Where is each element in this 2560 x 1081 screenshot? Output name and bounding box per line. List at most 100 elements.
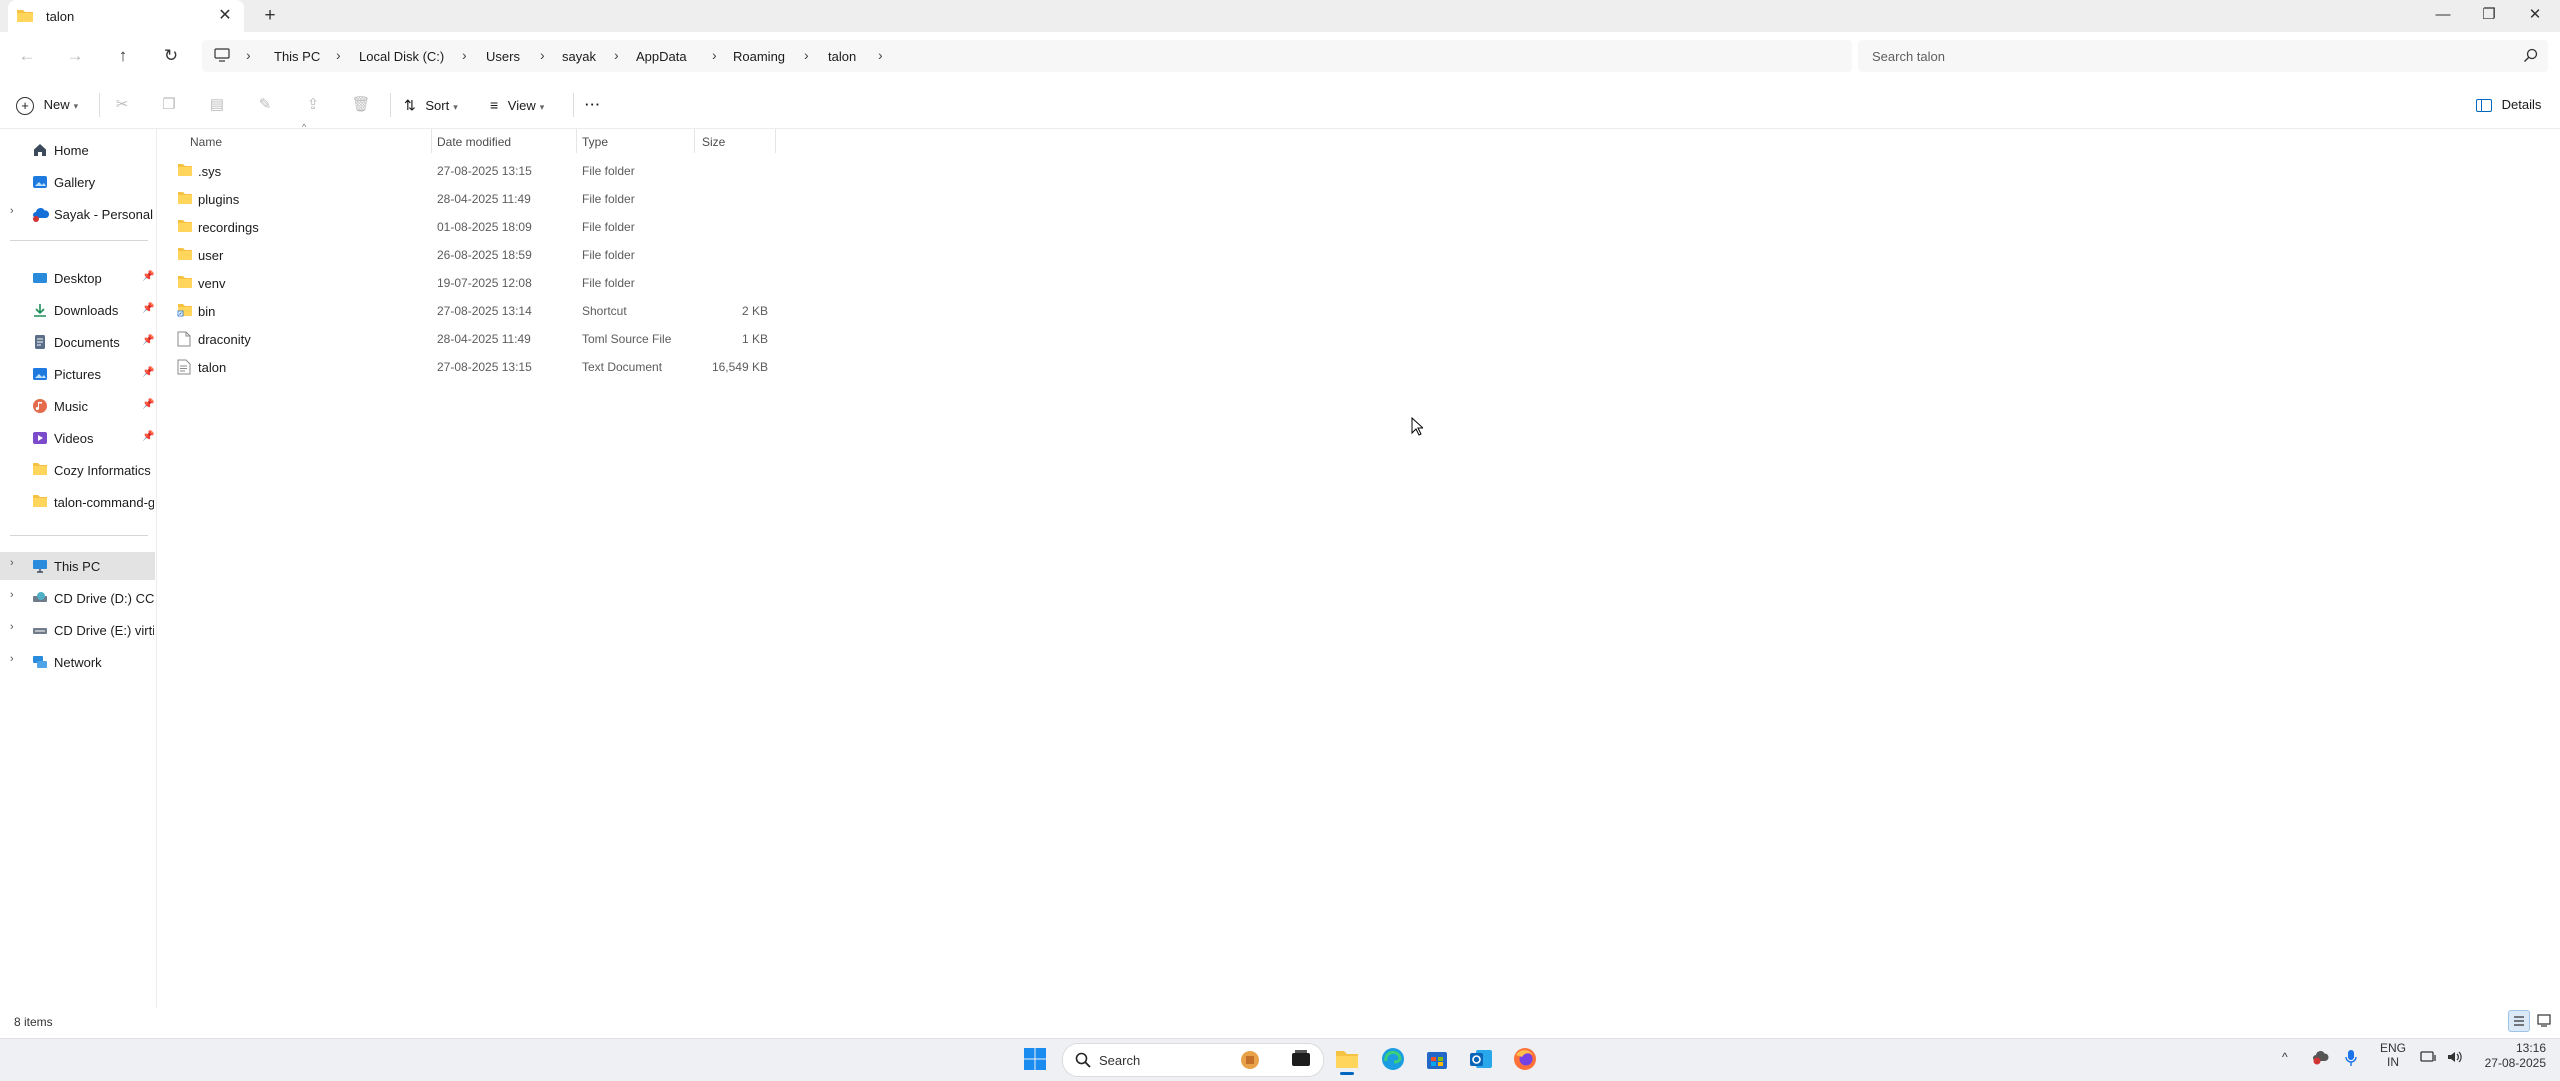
up-arrow-icon[interactable]: ↑ [108,44,138,70]
chevron-right-icon[interactable]: › [10,653,14,665]
breadcrumb-talon[interactable]: talon [828,49,856,64]
file-explorer-taskbar-icon[interactable] [1334,1046,1360,1075]
paste-icon[interactable]: ▤ [206,94,228,116]
delete-icon[interactable]: 🗑 [350,94,372,116]
tiles-view-icon[interactable] [2534,1010,2554,1030]
edge-browser-icon[interactable] [1380,1046,1406,1072]
more-options-button[interactable]: ··· [585,94,601,116]
sidebar-item-talon-command-g[interactable]: talon-command-g [0,488,155,516]
breadcrumb-appdata[interactable]: AppData [636,49,687,64]
sidebar-item-cd-drive-e[interactable]: › CD Drive (E:) virtio- [0,616,155,644]
clock[interactable]: 13:16 27-08-2025 [2476,1041,2546,1071]
forward-arrow-icon[interactable]: → [60,44,90,70]
column-divider[interactable] [431,129,432,153]
file-row[interactable]: recordings 01-08-2025 18:09 File folder [170,213,776,241]
firefox-icon[interactable] [1512,1046,1538,1072]
folder-icon [32,494,48,510]
divider [573,93,574,117]
language-indicator[interactable]: ENG IN [2380,1041,2406,1069]
search-icon[interactable] [2523,48,2538,66]
file-date: 26-08-2025 18:59 [437,248,532,262]
cloud-warning-icon[interactable] [2312,1049,2330,1068]
details-view-icon[interactable] [2508,1010,2530,1032]
sidebar-item-label: Network [54,655,102,670]
column-header-size[interactable]: Size [702,135,725,149]
sidebar-item-desktop[interactable]: Desktop 📌 [0,264,155,292]
file-type: Shortcut [582,304,627,318]
back-arrow-icon[interactable]: ← [12,44,42,70]
breadcrumb-this-pc[interactable]: This PC [274,49,320,64]
sidebar-item-pictures[interactable]: Pictures 📌 [0,360,155,388]
sidebar-item-documents[interactable]: Documents 📌 [0,328,155,356]
chevron-right-icon[interactable]: › [10,589,14,601]
network-status-icon[interactable] [2420,1049,2438,1068]
sidebar-item-onedrive[interactable]: › Sayak - Personal [0,200,155,228]
outlook-icon[interactable] [1468,1046,1494,1072]
sidebar-item-home[interactable]: Home [0,136,155,164]
column-divider[interactable] [694,129,695,153]
sort-button[interactable]: ⇅ Sort ▾ [404,94,458,116]
sidebar-item-gallery[interactable]: Gallery [0,168,155,196]
chevron-right-icon[interactable]: › [10,205,14,217]
sidebar-item-videos[interactable]: Videos 📌 [0,424,155,452]
file-row[interactable]: bin 27-08-2025 13:14 Shortcut 2 KB [170,297,776,325]
view-button[interactable]: ≡ View ▾ [490,94,544,116]
file-row[interactable]: .sys 27-08-2025 13:15 File folder [170,157,776,185]
view-label: View [507,98,536,113]
taskbar-search[interactable]: Search [1062,1043,1324,1077]
minimize-button[interactable]: — [2420,0,2466,32]
breadcrumb-users[interactable]: Users [486,49,520,64]
cut-icon[interactable]: ✂ [111,94,133,116]
column-header-date[interactable]: Date modified [437,135,511,149]
file-row[interactable]: talon 27-08-2025 13:15 Text Document 16,… [170,353,776,381]
plus-circle-icon: + [16,96,34,115]
maximize-button[interactable]: ❐ [2466,0,2512,32]
new-button[interactable]: + New ▾ [16,94,78,116]
column-header-type[interactable]: Type [582,135,608,149]
tab-talon[interactable]: talon ✕ [8,0,244,32]
store-icon[interactable] [1424,1046,1450,1072]
new-tab-button[interactable]: + [258,5,282,29]
cd-drive-icon [32,590,48,606]
refresh-icon[interactable]: ↻ [156,44,186,70]
breadcrumb-roaming[interactable]: Roaming [733,49,785,64]
copy-icon[interactable]: ❐ [158,94,180,116]
sidebar-item-this-pc[interactable]: › This PC [0,552,155,580]
pin-icon: 📌 [142,303,155,314]
file-row[interactable]: draconity 28-04-2025 11:49 Toml Source F… [170,325,776,353]
chevron-right-icon[interactable]: › [10,621,14,633]
windows-start-icon[interactable] [1022,1046,1048,1072]
search-input[interactable]: Search talon [1858,40,2548,72]
share-icon[interactable]: ⇪ [302,94,324,116]
microphone-icon[interactable] [2344,1049,2358,1070]
sidebar-item-cd-drive-d[interactable]: › CD Drive (D:) CCCC [0,584,155,612]
task-view-icon[interactable] [1288,1046,1314,1072]
breadcrumb-local-disk[interactable]: Local Disk (C:) [359,49,444,64]
sidebar-item-cozy-informatics[interactable]: Cozy Informatics [0,456,155,484]
file-row[interactable]: venv 19-07-2025 12:08 File folder [170,269,776,297]
rename-icon[interactable]: ✎ [254,94,276,116]
file-row[interactable]: user 26-08-2025 18:59 File folder [170,241,776,269]
column-divider[interactable] [775,129,776,153]
chevron-right-icon[interactable]: › [878,47,883,63]
volume-icon[interactable] [2446,1049,2464,1068]
file-row[interactable]: plugins 28-04-2025 11:49 File folder [170,185,776,213]
sidebar-item-music[interactable]: Music 📌 [0,392,155,420]
sidebar-item-network[interactable]: › Network [0,648,155,676]
chevron-right-icon: › [336,47,341,63]
file-type: Toml Source File [582,332,672,346]
address-bar[interactable]: › This PC › Local Disk (C:) › Users › sa… [202,40,1852,72]
file-name: recordings [198,220,259,235]
close-window-button[interactable]: ✕ [2512,0,2558,32]
sidebar-item-downloads[interactable]: Downloads 📌 [0,296,155,324]
details-button[interactable]: Details [2476,94,2541,116]
breadcrumb-sayak[interactable]: sayak [562,49,596,64]
chevron-right-icon[interactable]: › [10,557,14,569]
chevron-right-icon: › [246,47,251,63]
column-header-name[interactable]: Name [190,135,222,149]
sidebar-item-label: Videos [54,431,94,446]
chevron-up-icon[interactable]: ^ [2282,1050,2288,1064]
close-tab-icon[interactable]: ✕ [214,5,236,27]
file-date: 27-08-2025 13:14 [437,304,532,318]
column-divider[interactable] [576,129,577,153]
